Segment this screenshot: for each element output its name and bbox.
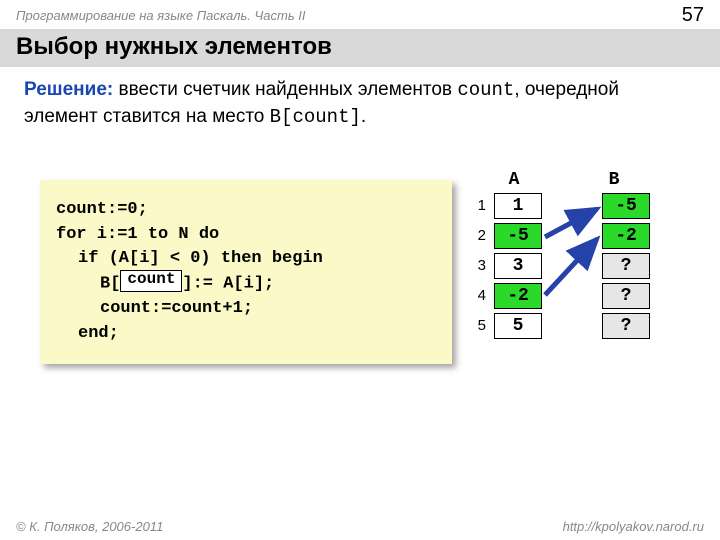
cell-b: -5 xyxy=(602,193,650,219)
array-a-label: A xyxy=(494,170,534,190)
index-label: 5 xyxy=(460,317,486,334)
code-line: count:=count+1; xyxy=(56,297,436,322)
code-line: B[count]:= A[i]; xyxy=(56,272,436,297)
cell-a: 3 xyxy=(494,253,542,279)
arrays-diagram: A B 11 -5 2 -5 -2 33? 4 -2? 55? xyxy=(460,170,650,340)
cell-a: -2 xyxy=(494,283,542,309)
code-line: if (A[i] < 0) then begin xyxy=(56,247,436,272)
page-title: Выбор нужных элементов xyxy=(0,29,720,67)
cell-b: ? xyxy=(602,313,650,339)
course-title: Программирование на языке Паскаль. Часть… xyxy=(16,8,306,23)
array-b-label: B xyxy=(594,170,634,190)
index-label: 1 xyxy=(460,197,486,214)
cell-b: -2 xyxy=(602,223,650,249)
code-line: end; xyxy=(56,322,436,347)
page-number: 57 xyxy=(682,4,704,27)
cell-b: ? xyxy=(602,283,650,309)
footer: © К. Поляков, 2006-2011 http://kpolyakov… xyxy=(16,519,704,534)
solution-label: Решение: xyxy=(24,79,113,100)
cell-b: ? xyxy=(602,253,650,279)
header-bar: Программирование на языке Паскаль. Часть… xyxy=(0,0,720,27)
solution-text: Решение: ввести счетчик найденных элемен… xyxy=(0,67,720,140)
blank-box: count xyxy=(120,270,182,292)
code-block: count:=0; for i:=1 to N do if (A[i] < 0)… xyxy=(40,180,452,364)
index-label: 2 xyxy=(460,227,486,244)
code-line: for i:=1 to N do xyxy=(56,223,436,248)
cell-a: 5 xyxy=(494,313,542,339)
cell-a: -5 xyxy=(494,223,542,249)
url: http://kpolyakov.narod.ru xyxy=(563,519,704,534)
index-label: 3 xyxy=(460,257,486,274)
code-line: count:=0; xyxy=(56,198,436,223)
copyright: © К. Поляков, 2006-2011 xyxy=(16,519,163,534)
cell-a: 1 xyxy=(494,193,542,219)
index-label: 4 xyxy=(460,287,486,304)
